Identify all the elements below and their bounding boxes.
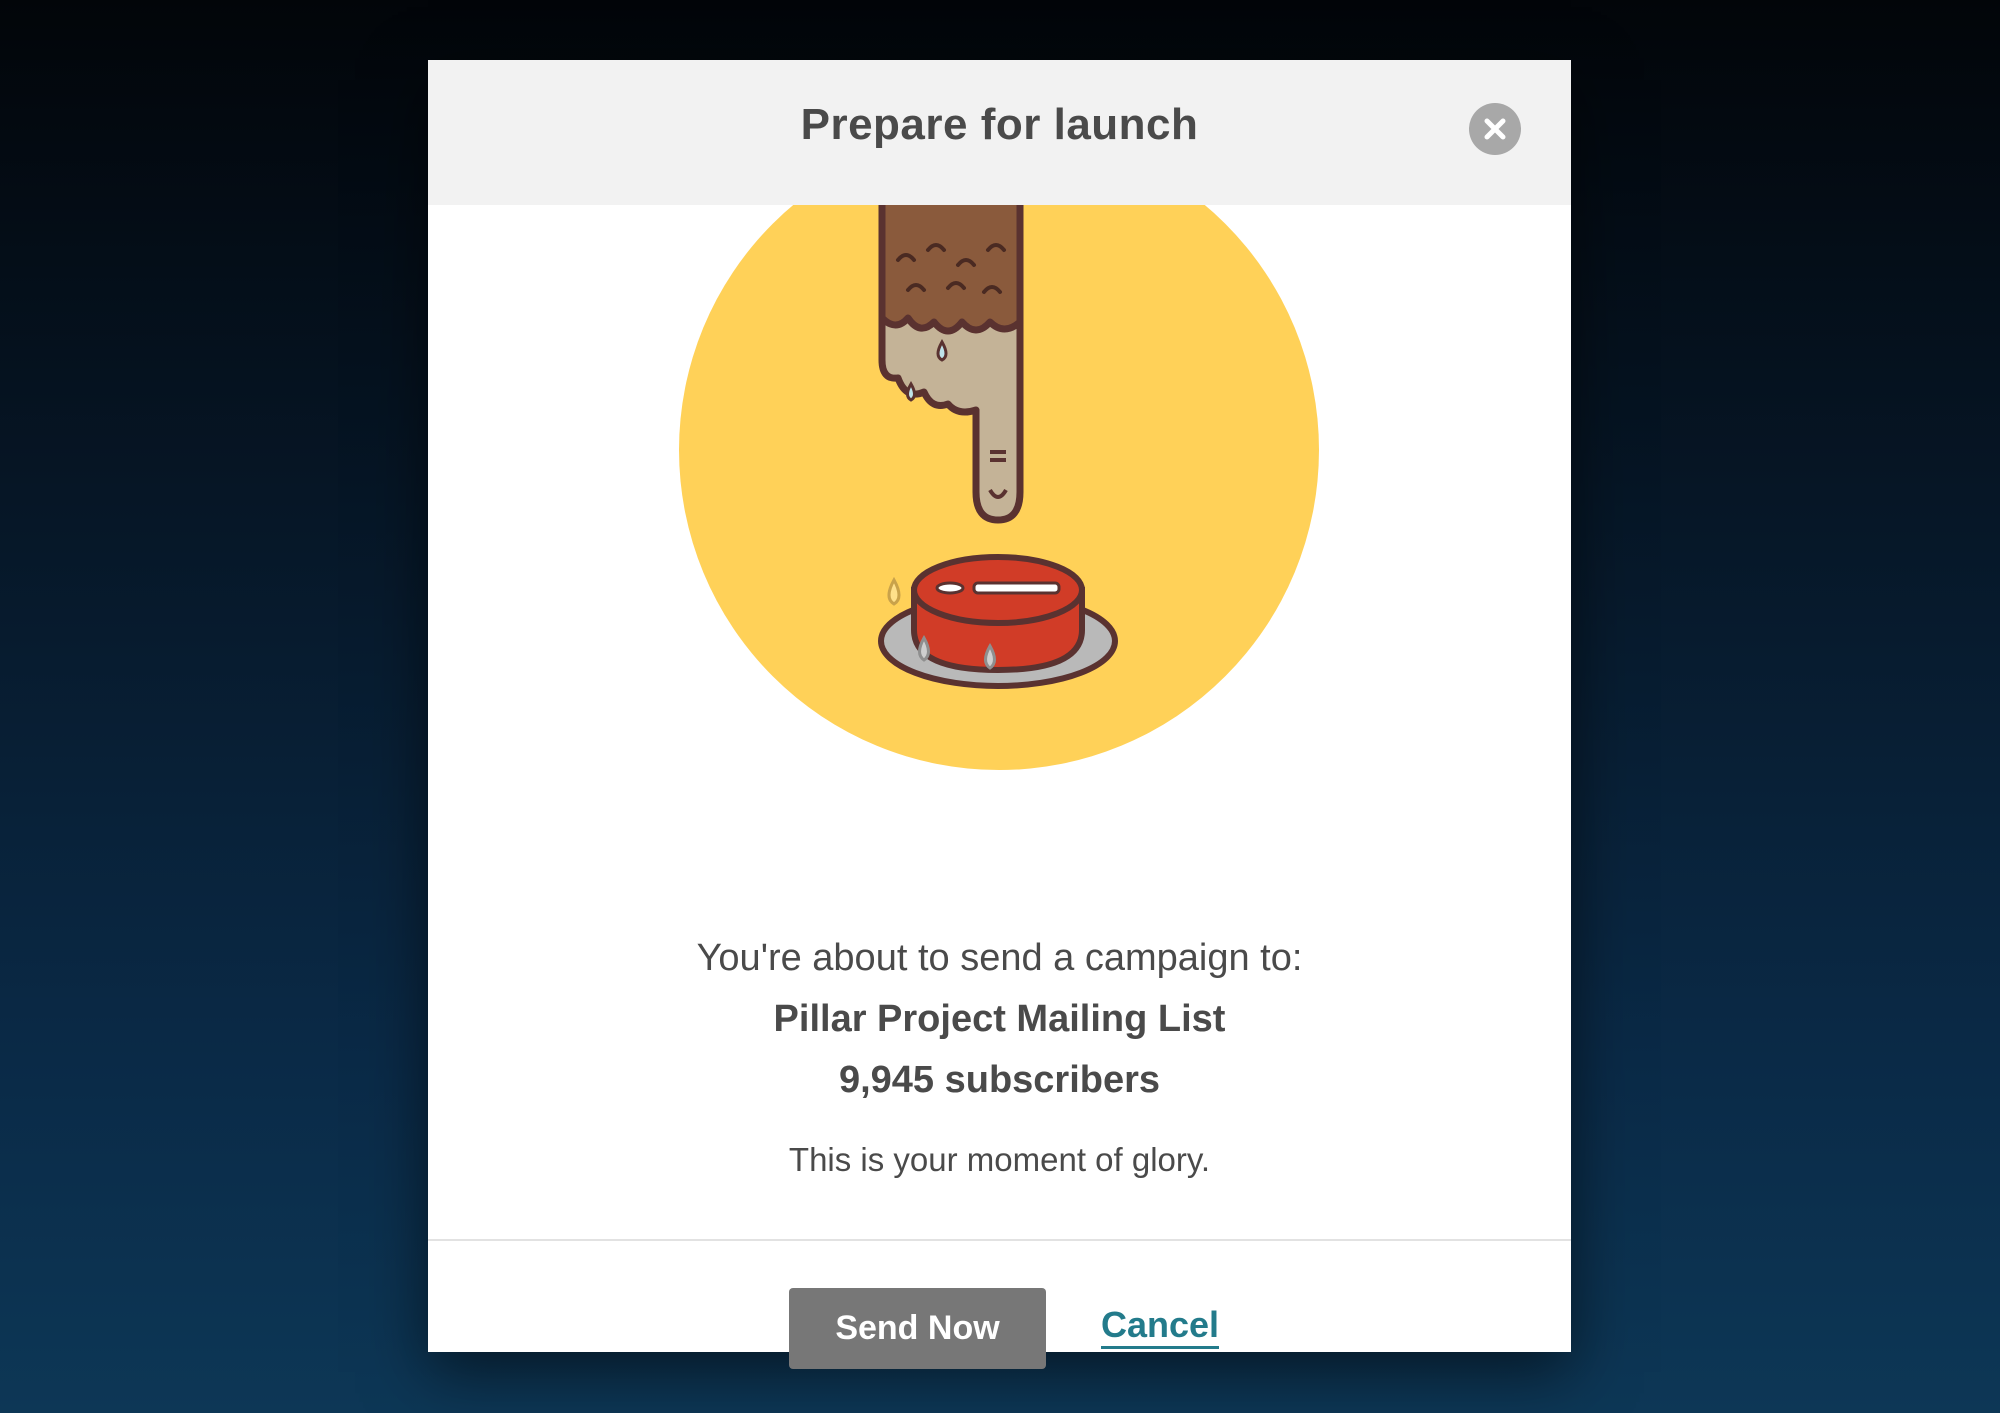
send-now-button[interactable]: Send Now — [789, 1288, 1046, 1369]
close-button[interactable] — [1469, 103, 1521, 155]
footer-divider — [428, 1239, 1571, 1241]
subscriber-count: 9,945 subscribers — [838, 1059, 1161, 1101]
cancel-link[interactable]: Cancel — [1101, 1304, 1220, 1349]
mailing-list-name: Pillar Project Mailing List — [773, 998, 1226, 1040]
modal-title: Prepare for launch — [800, 100, 1199, 149]
lead-text: You're about to send a campaign to: — [696, 937, 1303, 979]
modal-header: Prepare for launch — [428, 60, 1571, 205]
send-campaign-modal: Prepare for launch You're about to send … — [428, 60, 1571, 1369]
campaign-summary: You're about to send a campaign to: Pill… — [428, 928, 1571, 1179]
tagline-text: This is your moment of glory. — [788, 1141, 1211, 1178]
close-x-icon — [1484, 118, 1506, 140]
